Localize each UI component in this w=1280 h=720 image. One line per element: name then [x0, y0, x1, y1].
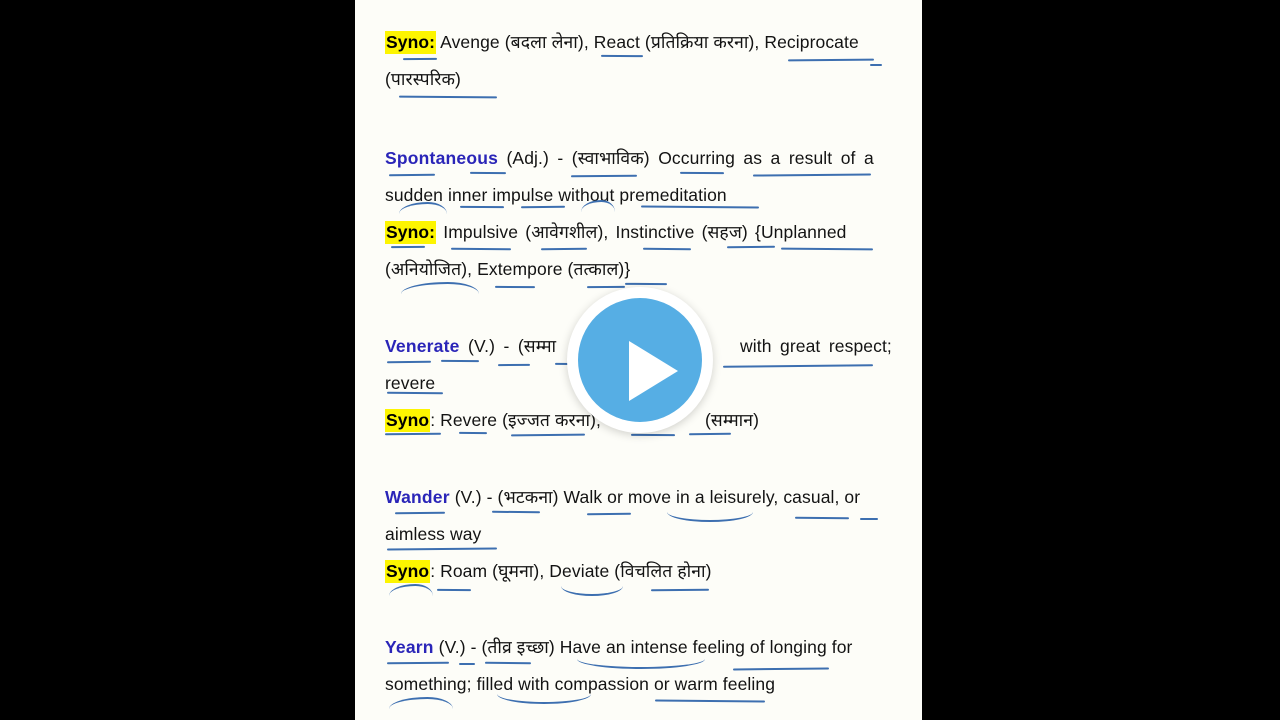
headword-meta: (V.) - (भटकना) Walk or move in a leisure… [449, 487, 861, 507]
syno-tag: Syno: [385, 31, 437, 54]
yearn-line-2: something; filled with compassion or war… [385, 666, 897, 703]
spontaneous-line-1: Spontaneous (Adj.) - (स्वाभाविक) Occurri… [385, 140, 897, 177]
definition-continued: sudden inner impulse without premeditati… [385, 185, 727, 205]
definition-continued: revere [385, 373, 436, 393]
syno-body: Impulsive (आवेगशील), Instinctive (सहज) {… [436, 222, 847, 242]
headword-meta: (V.) - (तीव्र इच्छा) Have an intense fee… [433, 637, 853, 657]
letterbox-bar-right [922, 0, 1280, 720]
wander-line-2: aimless way [385, 516, 897, 553]
headword: Spontaneous [385, 148, 499, 168]
entry-recompense-syno: Syno: Avenge (बदला लेना), React (प्रतिक्… [385, 24, 897, 98]
syno-body-tail: (सम्मान) [705, 410, 760, 430]
entry-yearn: Yearn (V.) - (तीव्र इच्छा) Have an inten… [385, 629, 897, 703]
headword: Yearn [385, 637, 434, 657]
headword-meta-tail: with great respect; [740, 336, 892, 356]
wander-line-1: Wander (V.) - (भटकना) Walk or move in a … [385, 479, 897, 516]
spontaneous-syno-line-2: (अनियोजित), Extempore (तत्काल)} [385, 251, 897, 288]
play-icon [629, 341, 678, 401]
wander-syno-line: Syno: Roam (घूमना), Deviate (विचलित होना… [385, 553, 897, 590]
syno-body-continued: (अनियोजित), Extempore (तत्काल)} [385, 259, 631, 279]
definition-continued: something; filled with compassion or war… [385, 674, 776, 694]
play-button[interactable] [567, 287, 713, 433]
spontaneous-line-2: sudden inner impulse without premeditati… [385, 177, 897, 214]
yearn-line-1: Yearn (V.) - (तीव्र इच्छा) Have an inten… [385, 629, 897, 666]
entry-wander: Wander (V.) - (भटकना) Walk or move in a … [385, 479, 897, 590]
syno-tag: Syno: [385, 221, 437, 244]
syno-body: : Roam (घूमना), Deviate (विचलित होना) [430, 561, 712, 581]
play-button-circle [578, 298, 702, 422]
video-player-viewport: Syno: Avenge (बदला लेना), React (प्रतिक्… [0, 0, 1280, 720]
headword-meta: (Adj.) - (स्वाभाविक) Occurring as a resu… [498, 148, 874, 168]
syno-body-continued: (पारस्परिक) [385, 69, 461, 89]
syno-line-1: Syno: Avenge (बदला लेना), React (प्रतिक्… [385, 24, 897, 61]
entry-spontaneous: Spontaneous (Adj.) - (स्वाभाविक) Occurri… [385, 140, 897, 288]
syno-line-2: (पारस्परिक) [385, 61, 897, 98]
spontaneous-syno-line-1: Syno: Impulsive (आवेगशील), Instinctive (… [385, 214, 897, 251]
headword: Venerate [385, 336, 460, 356]
syno-body: Avenge (बदला लेना), React (प्रतिक्रिया क… [436, 32, 859, 52]
headword-meta: (V.) - (सम्मा [459, 336, 557, 356]
syno-tag: Syno [385, 409, 431, 432]
letterbox-bar-left [0, 0, 355, 720]
syno-tag: Syno [385, 560, 431, 583]
definition-continued: aimless way [385, 524, 482, 544]
headword: Wander [385, 487, 450, 507]
